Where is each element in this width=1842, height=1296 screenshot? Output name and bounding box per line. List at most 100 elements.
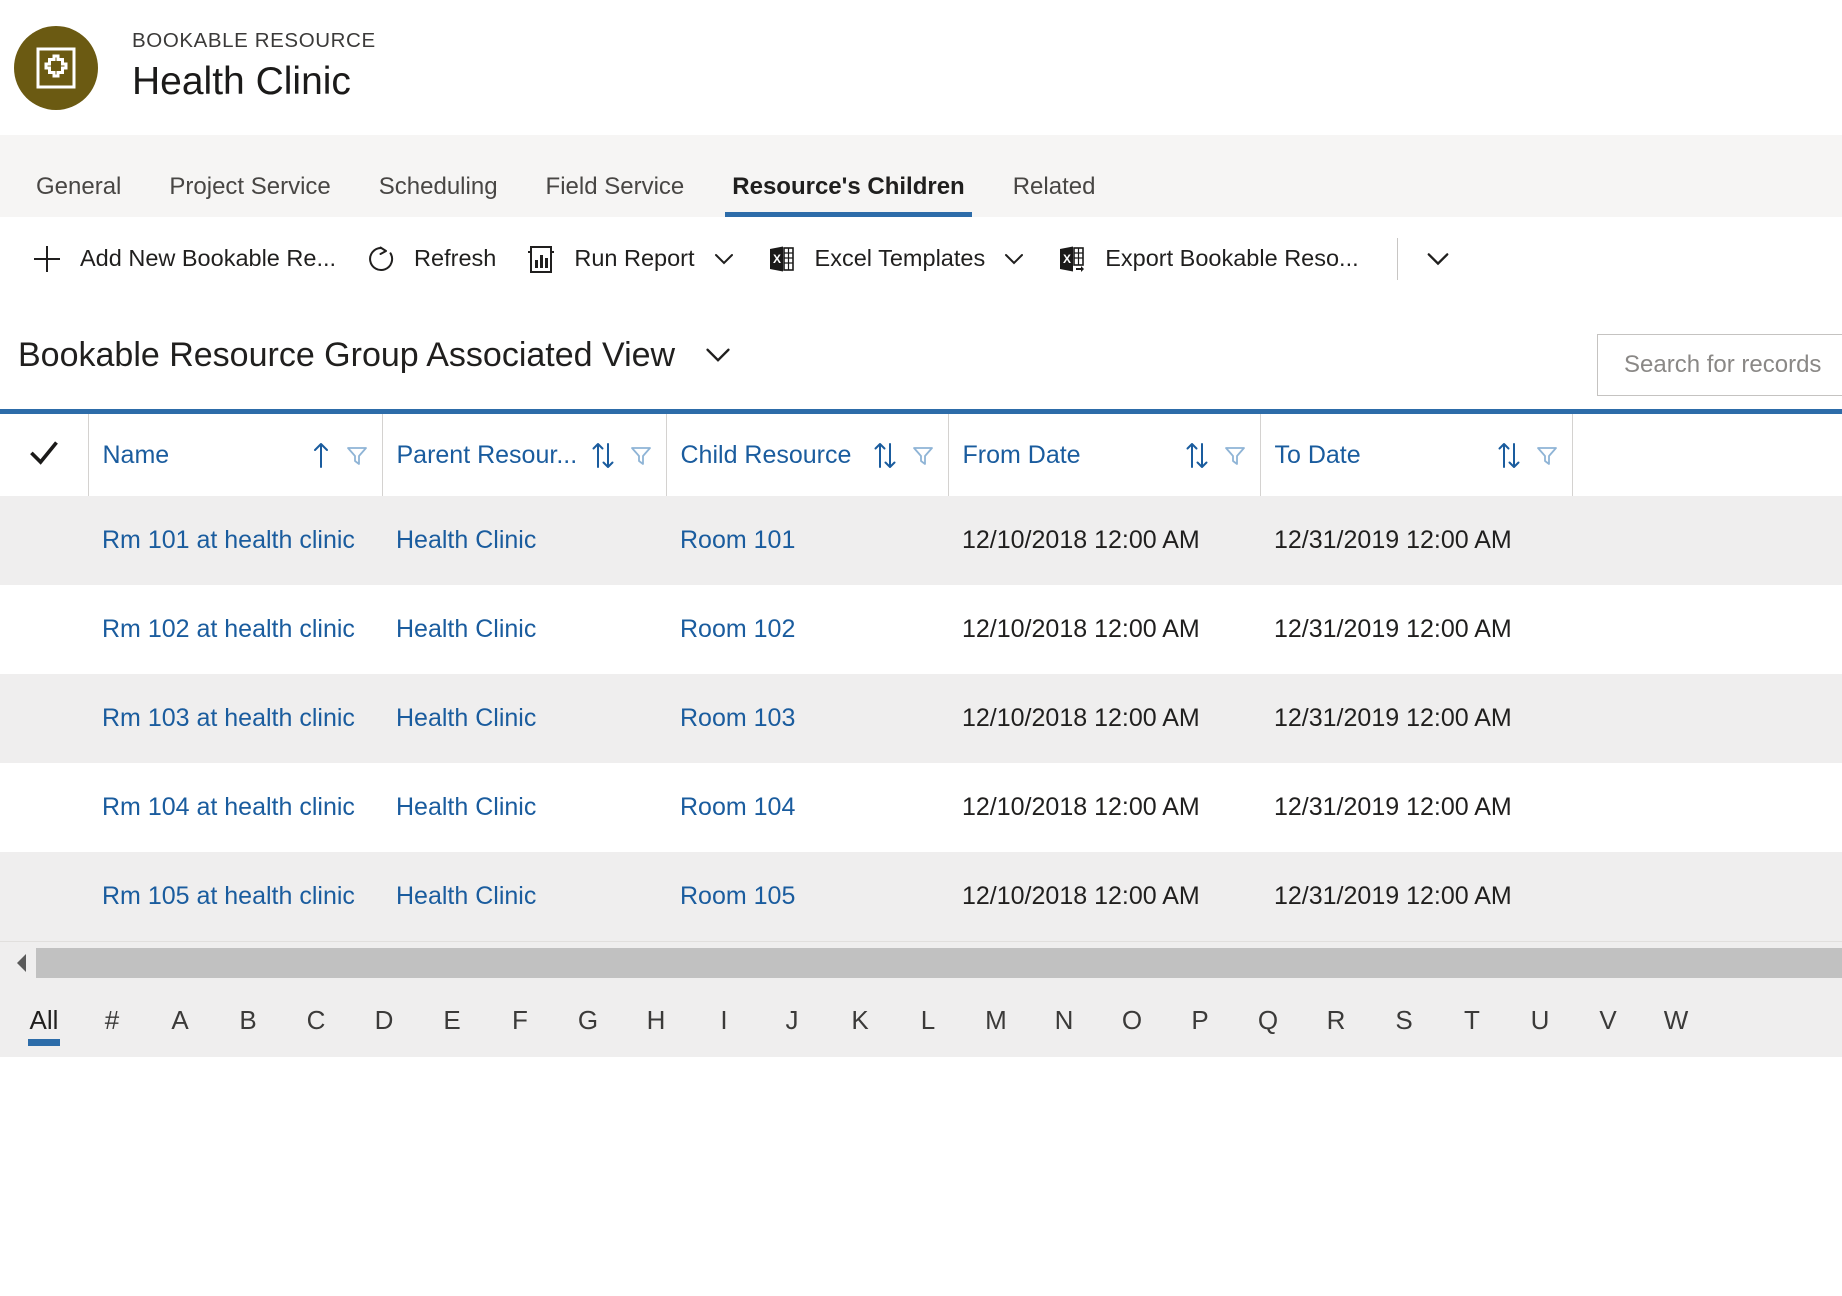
excel-templates-button[interactable]: X Excel Templates [751, 229, 1042, 289]
cell-child-resource[interactable]: Room 102 [666, 585, 948, 674]
name-link[interactable]: Rm 101 at health clinic [102, 526, 372, 555]
parent-resource-link[interactable]: Health Clinic [396, 526, 656, 555]
alpha-filter-n[interactable]: N [1046, 1006, 1082, 1035]
row-select-cell[interactable] [0, 763, 88, 852]
alpha-filter-g[interactable]: G [570, 1006, 606, 1035]
row-select-cell[interactable] [0, 496, 88, 585]
alpha-filter-a[interactable]: A [162, 1006, 198, 1035]
table-row[interactable]: Rm 101 at health clinic Health Clinic Ro… [0, 496, 1842, 585]
cell-name[interactable]: Rm 101 at health clinic [88, 496, 382, 585]
table-row[interactable]: Rm 103 at health clinic Health Clinic Ro… [0, 674, 1842, 763]
tab-scheduling[interactable]: Scheduling [355, 175, 522, 217]
cell-name[interactable]: Rm 105 at health clinic [88, 852, 382, 941]
sort-icon[interactable] [1184, 439, 1222, 471]
add-new-bookable-resource-button[interactable]: Add New Bookable Re... [16, 229, 350, 289]
alpha-filter-d[interactable]: D [366, 1006, 402, 1035]
tab-general[interactable]: General [12, 175, 145, 217]
filter-icon[interactable] [910, 442, 940, 468]
parent-resource-link[interactable]: Health Clinic [396, 882, 656, 911]
name-link[interactable]: Rm 102 at health clinic [102, 615, 372, 644]
sort-icon[interactable] [590, 439, 628, 471]
tab-related[interactable]: Related [989, 175, 1120, 217]
sort-icon[interactable] [872, 439, 910, 471]
row-select-cell[interactable] [0, 674, 88, 763]
cell-name[interactable]: Rm 102 at health clinic [88, 585, 382, 674]
cell-name[interactable]: Rm 103 at health clinic [88, 674, 382, 763]
row-select-cell[interactable] [0, 852, 88, 941]
run-report-button[interactable]: Run Report [510, 229, 750, 289]
column-header-to-date[interactable]: To Date [1259, 414, 1572, 496]
filter-icon[interactable] [1534, 442, 1564, 468]
alpha-filter-f[interactable]: F [502, 1006, 538, 1035]
alpha-filter-m[interactable]: M [978, 1006, 1014, 1035]
alpha-filter-q[interactable]: Q [1250, 1006, 1286, 1035]
refresh-button[interactable]: Refresh [350, 229, 510, 289]
column-header-from-date[interactable]: From Date [947, 414, 1260, 496]
tab-field-service[interactable]: Field Service [522, 175, 709, 217]
alpha-filter-i[interactable]: I [706, 1006, 742, 1035]
cell-parent-resource[interactable]: Health Clinic [382, 674, 666, 763]
child-resource-link[interactable]: Room 102 [680, 615, 938, 644]
cell-child-resource[interactable]: Room 104 [666, 763, 948, 852]
checkmark-icon[interactable] [27, 436, 61, 470]
table-row[interactable]: Rm 104 at health clinic Health Clinic Ro… [0, 763, 1842, 852]
chevron-down-icon[interactable] [701, 338, 735, 372]
alpha-filter-l[interactable]: L [910, 1006, 946, 1035]
search-records-box[interactable] [1597, 334, 1842, 396]
parent-resource-link[interactable]: Health Clinic [396, 615, 656, 644]
name-link[interactable]: Rm 105 at health clinic [102, 882, 372, 911]
filter-icon[interactable] [344, 442, 374, 468]
alpha-filter-j[interactable]: J [774, 1006, 810, 1035]
chevron-down-icon[interactable] [1001, 246, 1027, 272]
search-input[interactable] [1598, 335, 1842, 395]
name-link[interactable]: Rm 104 at health clinic [102, 793, 372, 822]
filter-icon[interactable] [1222, 442, 1252, 468]
export-bookable-resources-button[interactable]: X Export Bookable Reso... [1041, 229, 1372, 289]
tab-resources-children[interactable]: Resource's Children [708, 175, 988, 217]
filter-icon[interactable] [628, 442, 658, 468]
table-row[interactable]: Rm 102 at health clinic Health Clinic Ro… [0, 585, 1842, 674]
select-all-header[interactable] [0, 414, 88, 496]
command-bar-overflow-button[interactable] [1416, 237, 1460, 281]
alpha-filter-o[interactable]: O [1114, 1006, 1150, 1035]
name-link[interactable]: Rm 103 at health clinic [102, 704, 372, 733]
alpha-filter-v[interactable]: V [1590, 1006, 1626, 1035]
tab-project-service[interactable]: Project Service [145, 175, 354, 217]
caret-left-icon[interactable] [8, 952, 36, 974]
alpha-filter-s[interactable]: S [1386, 1006, 1422, 1035]
alpha-filter-hash[interactable]: # [94, 1006, 130, 1035]
alpha-filter-k[interactable]: K [842, 1006, 878, 1035]
cell-parent-resource[interactable]: Health Clinic [382, 585, 666, 674]
sort-ascending-icon[interactable] [310, 439, 344, 471]
alpha-filter-t[interactable]: T [1454, 1006, 1490, 1035]
alpha-filter-e[interactable]: E [434, 1006, 470, 1035]
parent-resource-link[interactable]: Health Clinic [396, 704, 656, 733]
table-row[interactable]: Rm 105 at health clinic Health Clinic Ro… [0, 852, 1842, 941]
alpha-filter-r[interactable]: R [1318, 1006, 1354, 1035]
column-header-parent-resource[interactable]: Parent Resour... [381, 414, 666, 496]
chevron-down-icon[interactable] [711, 246, 737, 272]
row-select-cell[interactable] [0, 585, 88, 674]
child-resource-link[interactable]: Room 103 [680, 704, 938, 733]
child-resource-link[interactable]: Room 101 [680, 526, 938, 555]
cell-child-resource[interactable]: Room 101 [666, 496, 948, 585]
column-header-child-resource[interactable]: Child Resource [665, 414, 948, 496]
cell-parent-resource[interactable]: Health Clinic [382, 763, 666, 852]
child-resource-link[interactable]: Room 104 [680, 793, 938, 822]
alpha-filter-b[interactable]: B [230, 1006, 266, 1035]
alpha-filter-all[interactable]: All [26, 1006, 62, 1046]
horizontal-scrollbar[interactable] [0, 941, 1842, 983]
alpha-filter-h[interactable]: H [638, 1006, 674, 1035]
column-header-name[interactable]: Name [87, 414, 382, 496]
cell-child-resource[interactable]: Room 103 [666, 674, 948, 763]
view-title[interactable]: Bookable Resource Group Associated View [18, 338, 675, 372]
cell-child-resource[interactable]: Room 105 [666, 852, 948, 941]
alpha-filter-w[interactable]: W [1658, 1006, 1694, 1035]
cell-parent-resource[interactable]: Health Clinic [382, 496, 666, 585]
cell-name[interactable]: Rm 104 at health clinic [88, 763, 382, 852]
cell-parent-resource[interactable]: Health Clinic [382, 852, 666, 941]
sort-icon[interactable] [1496, 439, 1534, 471]
alpha-filter-u[interactable]: U [1522, 1006, 1558, 1035]
parent-resource-link[interactable]: Health Clinic [396, 793, 656, 822]
alpha-filter-p[interactable]: P [1182, 1006, 1218, 1035]
